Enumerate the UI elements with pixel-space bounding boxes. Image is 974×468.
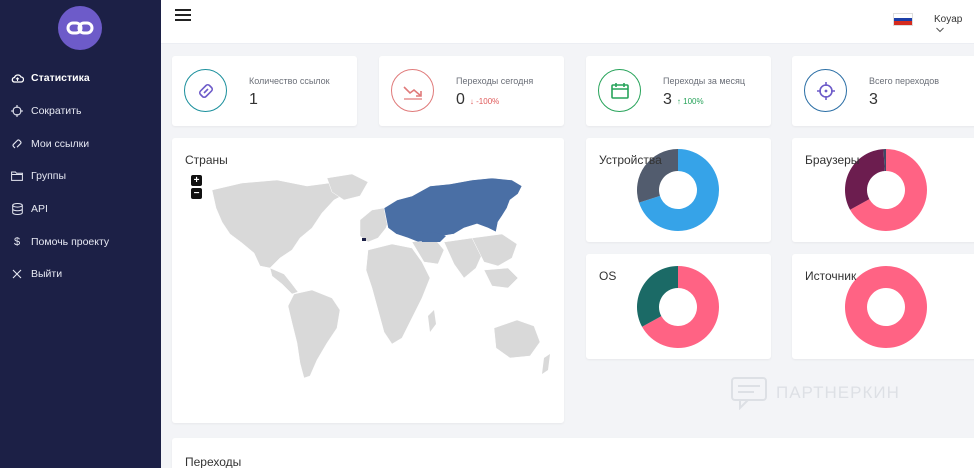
stat-card-links-count: Количество ссылок 1 [172,56,357,126]
stat-value: 3 [869,91,878,108]
stat-change-text: 100% [683,97,704,106]
calendar-icon [598,69,641,112]
sidebar-item-label: Мои ссылки [31,137,90,150]
os-donut-chart[interactable] [633,262,723,352]
map-region-africa [365,243,431,345]
sidebar-item-label: Статистика [31,72,90,85]
card-title: Источник [805,269,857,283]
map-region-south-america [287,289,341,379]
link-icon [10,137,24,151]
stat-value: 0 [456,91,465,108]
sidebar-item-label: Выйти [31,268,63,281]
chat-icon [731,377,767,410]
watermark-text: ПАРТНЕРКИН [776,383,900,402]
stat-card-month: Переходы за месяц 3 ↑ 100% [586,56,771,126]
sidebar-item-donate[interactable]: $ Помочь проекту [0,225,161,258]
sidebar-nav: Статистика Сократить Мои ссылки Группы A… [0,62,161,291]
link-icon [184,69,227,112]
sidebar-item-label: Группы [31,170,66,183]
map-region-highlight-small [362,238,366,241]
stat-card-total: Всего переходов 3 [792,56,974,126]
sidebar: Статистика Сократить Мои ссылки Группы A… [0,0,161,468]
browsers-chart-card: Браузеры [792,138,974,242]
sidebar-item-my-links[interactable]: Мои ссылки [0,127,161,160]
donut-segment[interactable] [637,266,678,327]
stat-change-text: -100% [476,97,500,106]
russia-flag-icon[interactable] [893,13,913,26]
sidebar-item-logout[interactable]: Выйти [0,258,161,291]
cloud-icon [10,71,24,85]
devices-chart-card: Устройства [586,138,771,242]
source-chart-card: Источник [792,254,974,359]
database-icon [10,202,24,216]
stat-label: Количество ссылок [249,76,330,86]
stat-value: 1 [249,91,258,108]
crosshair-icon [10,104,24,118]
stat-change: ↑ 100% [677,97,704,106]
dollar-icon: $ [13,235,21,248]
stat-label: Всего переходов [869,76,940,86]
sidebar-item-shorten[interactable]: Сократить [0,95,161,128]
stat-label: Переходы сегодня [456,76,534,86]
card-title: Устройства [599,153,662,167]
user-name: Koyap [934,14,963,25]
hamburger-icon[interactable] [175,9,191,23]
crosshair-icon [804,69,847,112]
arrow-down-icon: ↓ [469,97,474,106]
sidebar-item-api[interactable]: API [0,193,161,226]
os-chart-card: OS [586,254,771,359]
trend-down-icon [391,69,434,112]
card-title: Переходы [185,455,242,468]
link-logo-icon[interactable] [58,6,102,50]
map-region-madagascar [428,310,436,332]
map-region-russia [383,177,523,243]
countries-map-card: Страны + − [172,138,564,423]
world-map[interactable] [172,138,564,423]
chevron-down-icon [936,27,944,33]
card-title: Браузеры [805,153,860,167]
sidebar-item-label: API [31,203,48,216]
transitions-card: Переходы [172,438,974,468]
donut-segment[interactable] [844,266,927,348]
sidebar-item-groups[interactable]: Группы [0,160,161,193]
partnerkin-watermark: ПАРТНЕРКИН [730,376,900,410]
sidebar-item-label: Сократить [31,105,82,118]
stat-value: 3 [663,91,672,108]
sidebar-item-label: Помочь проекту [31,235,110,248]
arrow-up-icon: ↑ [676,97,681,106]
stat-label: Переходы за месяц [663,76,746,86]
map-region-north-america [211,179,348,269]
map-region-southeast-asia [483,267,519,289]
sidebar-item-statistics[interactable]: Статистика [0,62,161,95]
map-region-new-zealand [542,354,550,374]
stat-change: ↓ -100% [470,97,499,106]
card-title: OS [599,269,617,283]
top-bar: Koyap [161,0,974,44]
close-icon [10,267,24,281]
map-region-australia [493,319,541,359]
map-region-central-america [269,267,299,295]
user-menu[interactable]: Koyap [934,14,974,36]
stat-card-today: Переходы сегодня 0 ↓ -100% [379,56,564,126]
folder-icon [10,169,24,183]
